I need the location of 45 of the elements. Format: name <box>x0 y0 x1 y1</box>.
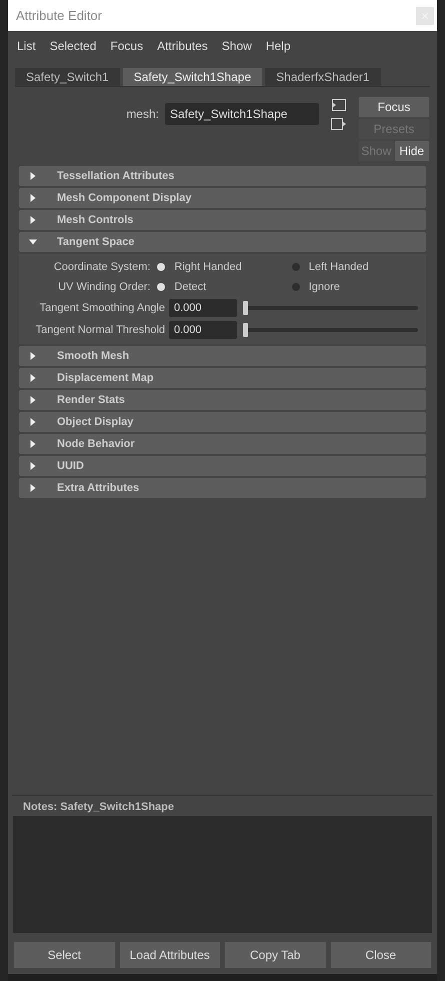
tab[interactable]: Safety_Switch1Shape <box>122 68 262 86</box>
menu-item[interactable]: Selected <box>50 37 96 58</box>
value-field[interactable]: 0.000 <box>169 299 237 317</box>
menu-item[interactable]: Attributes <box>157 37 208 58</box>
slider[interactable] <box>243 301 418 315</box>
tab[interactable]: ShaderfxShader1 <box>265 68 381 86</box>
slider[interactable] <box>243 323 418 337</box>
node-name-field[interactable]: Safety_Switch1Shape <box>165 103 319 125</box>
slider-label: Tangent Normal Threshold <box>36 324 165 336</box>
menu-item[interactable]: Show <box>222 37 252 58</box>
radio-option[interactable]: Ignore <box>292 278 426 296</box>
radio-group-label: Coordinate System: <box>54 260 150 273</box>
toggle-button[interactable]: Hide <box>394 141 429 161</box>
menu-item[interactable]: Help <box>266 37 290 58</box>
load-output-icon[interactable] <box>331 117 347 131</box>
section-header[interactable]: Node Behavior <box>19 434 426 454</box>
radio-group-label: UV Winding Order: <box>58 280 150 293</box>
menu-item[interactable]: Focus <box>110 37 144 58</box>
load-input-icon[interactable] <box>331 98 347 112</box>
notes-field[interactable] <box>13 816 432 933</box>
section-header[interactable]: Tangent Space <box>19 232 426 252</box>
footer-button[interactable]: Copy Tab <box>225 942 326 968</box>
section-header[interactable]: Displacement Map <box>19 368 426 388</box>
window-title: Attribute Editor <box>16 6 102 25</box>
menu-item[interactable]: List <box>17 37 36 58</box>
value-field[interactable]: 0.000 <box>169 321 237 339</box>
section-header[interactable]: Mesh Controls <box>19 210 426 230</box>
radio-option[interactable]: Right Handed <box>157 258 292 276</box>
radio-option[interactable]: Left Handed <box>292 258 426 276</box>
section-header[interactable]: Object Display <box>19 412 426 432</box>
footer-button[interactable]: Close <box>330 942 431 968</box>
slider-label: Tangent Smoothing Angle <box>40 302 165 314</box>
footer-button[interactable]: Load Attributes <box>120 942 220 968</box>
radio-option[interactable]: Detect <box>157 278 292 296</box>
focus-button[interactable]: Focus <box>359 97 429 117</box>
field-label: mesh: <box>126 106 159 123</box>
section-header[interactable]: Smooth Mesh <box>19 346 426 366</box>
section-header[interactable]: Tessellation Attributes <box>19 166 426 186</box>
tab[interactable]: Safety_Switch1 <box>15 68 120 86</box>
section-header[interactable]: UUID <box>19 456 426 476</box>
footer-button[interactable]: Select <box>14 942 114 968</box>
section-header[interactable]: Mesh Component Display <box>19 188 426 208</box>
notes-label: Notes: Safety_Switch1Shape <box>22 800 175 815</box>
section-header[interactable]: Extra Attributes <box>19 478 426 498</box>
section-header[interactable]: Render Stats <box>19 390 426 410</box>
